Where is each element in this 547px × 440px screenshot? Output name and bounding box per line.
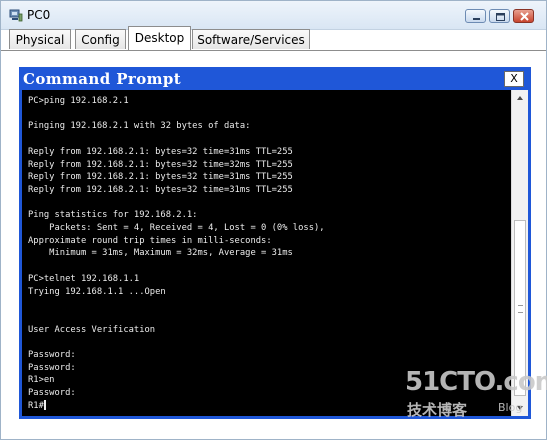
terminal-text: PC>ping 192.168.2.1 Pinging 192.168.2.1 … [28,95,325,413]
terminal-line: Password: [28,388,76,399]
watermark-logo: 51CTO.com 技术博客 Blog [399,365,547,425]
watermark-sub-text: 技术博客 [407,401,468,419]
terminal-cursor [43,400,46,411]
tab-desktop[interactable]: Desktop [128,26,191,50]
terminal-line: Ping statistics for 192.168.2.1: [28,210,198,221]
terminal-line: PC>telnet 192.168.1.1 [28,273,140,284]
window-title: PC0 [27,8,51,22]
tab-software-services[interactable]: Software/Services [192,29,310,49]
watermark-main-text: 51CTO.com [405,367,547,397]
terminal-line: R1>en [28,375,55,386]
minimize-icon [473,18,480,20]
terminal-line: Reply from 192.168.2.1: bytes=32 time=31… [28,172,293,183]
pc-device-icon [9,9,23,22]
terminal-line: Reply from 192.168.2.1: bytes=32 time=32… [28,159,293,170]
terminal-line: R1# [28,400,46,411]
terminal-line: User Access Verification [28,324,156,335]
terminal-line: Reply from 192.168.2.1: bytes=32 time=31… [28,184,293,195]
tab-config[interactable]: Config [75,29,126,49]
window-title-bar[interactable]: PC0 [1,1,546,30]
close-icon [520,12,529,21]
scrollbar-grip [518,305,523,313]
terminal-line: Reply from 192.168.2.1: bytes=32 time=31… [28,146,293,157]
watermark-blog-text: Blog [498,401,523,414]
terminal-line: Minimum = 31ms, Maximum = 32ms, Average … [28,248,293,259]
maximize-button[interactable] [489,9,510,23]
terminal-line: Packets: Sent = 4, Received = 4, Lost = … [28,223,325,234]
tab-physical[interactable]: Physical [9,29,71,49]
terminal-line: Approximate round trip times in milli-se… [28,235,272,246]
minimize-button[interactable] [465,9,486,23]
terminal-line: Trying 192.168.1.1 ...Open [28,286,166,297]
close-button[interactable] [513,9,534,23]
command-prompt-title: Command Prompt [23,70,182,88]
maximize-icon [496,13,505,21]
terminal-line: Pinging 192.168.2.1 with 32 bytes of dat… [28,121,251,132]
command-prompt-close-button[interactable]: X [504,71,524,87]
terminal-line: Password: [28,350,76,361]
terminal-line: Password: [28,362,76,373]
scroll-up-arrow-icon[interactable] [512,90,528,106]
pc0-window: PC0 Physical Config Desktop Software/Ser… [0,0,547,440]
terminal-line: PC>ping 192.168.2.1 [28,96,129,106]
